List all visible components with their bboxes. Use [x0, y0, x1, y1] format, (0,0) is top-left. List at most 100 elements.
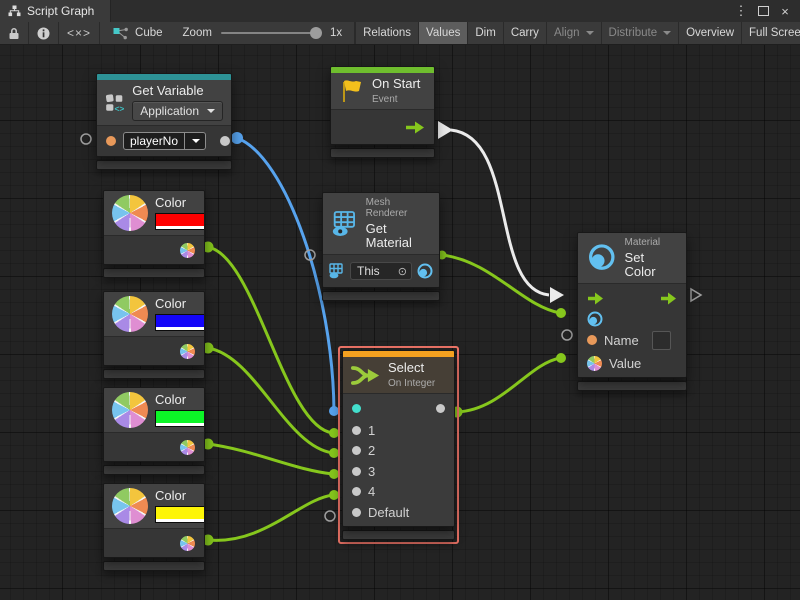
- overview-button[interactable]: Overview: [678, 22, 741, 44]
- lock-button[interactable]: [0, 22, 29, 44]
- port-option-2[interactable]: [352, 446, 361, 455]
- dim-button[interactable]: Dim: [467, 22, 502, 44]
- edit-graph-button[interactable]: <×>: [59, 22, 100, 44]
- port-option-default[interactable]: [352, 508, 361, 517]
- color-swatch[interactable]: [155, 314, 205, 331]
- values-button[interactable]: Values: [418, 22, 467, 44]
- window-menu-icon[interactable]: ⋮: [730, 0, 752, 22]
- inspector-button[interactable]: [29, 22, 59, 44]
- color-swatch[interactable]: [155, 506, 205, 523]
- port-flow-out[interactable]: [405, 121, 425, 134]
- tab-script-graph[interactable]: Script Graph: [0, 0, 111, 22]
- port-color-out[interactable]: [180, 440, 195, 455]
- distribute-button[interactable]: Distribute: [601, 22, 679, 44]
- port-selector-in[interactable]: [352, 404, 361, 413]
- node-footer: [322, 291, 440, 301]
- color-wheel-icon: [112, 392, 148, 428]
- flag-icon: [339, 78, 365, 104]
- port-color-out[interactable]: [180, 344, 195, 359]
- select-icon: [351, 363, 381, 388]
- window-controls: ⋮ ×: [730, 0, 800, 22]
- node-footer: [103, 268, 205, 278]
- port-option-4[interactable]: [352, 487, 361, 496]
- node-footer: [103, 561, 205, 571]
- node-title: Get Variable: [132, 84, 223, 98]
- graph-owner-icon: [113, 27, 129, 40]
- port-flow-in[interactable]: [587, 292, 604, 305]
- color-swatch[interactable]: [155, 410, 205, 427]
- node-color-3[interactable]: Color: [103, 387, 205, 475]
- node-select[interactable]: Select On Integer 1 2: [338, 346, 459, 544]
- title-bar: Script Graph ⋮ ×: [0, 0, 800, 22]
- variable-icon: <>: [105, 87, 125, 119]
- node-footer: [577, 381, 687, 391]
- node-footer: [96, 160, 232, 170]
- carry-button[interactable]: Carry: [503, 22, 546, 44]
- wire-color2-to-select[interactable]: [208, 348, 333, 453]
- port-value-out[interactable]: [220, 136, 230, 146]
- node-color-4[interactable]: Color: [103, 483, 205, 571]
- lock-icon: [8, 27, 20, 40]
- port-name-in[interactable]: [587, 335, 597, 345]
- wire-endpoint: [231, 132, 243, 144]
- port-variable-name-in[interactable]: [106, 136, 116, 146]
- node-footer: [103, 465, 205, 475]
- wire-getmaterial-to-setcolor[interactable]: [442, 255, 560, 313]
- port-option-3[interactable]: [352, 467, 361, 476]
- graph-owner-label: Cube: [135, 27, 163, 39]
- wire-variable-to-select[interactable]: [237, 138, 334, 411]
- target-field[interactable]: This ⊙: [350, 262, 412, 280]
- wire-color4-to-select[interactable]: [208, 495, 333, 540]
- zoom-slider[interactable]: [221, 32, 321, 34]
- node-get-variable[interactable]: <> Get Variable Application playerNo: [96, 73, 232, 170]
- maximize-icon[interactable]: [752, 0, 774, 22]
- wire-start-arrow: [438, 121, 453, 139]
- zoom-slider-knob[interactable]: [310, 27, 322, 39]
- port-renderer-in[interactable]: [329, 263, 345, 279]
- graph-tab-icon: [8, 5, 21, 17]
- node-title: Color: [155, 489, 205, 503]
- node-get-material[interactable]: Mesh Renderer Get Material This ⊙: [322, 192, 440, 301]
- node-title: Color: [155, 393, 205, 407]
- relations-button[interactable]: Relations: [355, 22, 418, 44]
- zoom-control: Zoom 1x: [171, 22, 356, 44]
- name-input[interactable]: [652, 331, 671, 350]
- port-material-out[interactable]: [417, 263, 433, 279]
- node-title: Set Color: [625, 251, 678, 279]
- align-button[interactable]: Align: [546, 22, 601, 44]
- node-footer: [342, 530, 455, 540]
- chevron-down-icon: [663, 31, 671, 35]
- variable-scope-dropdown[interactable]: Application: [132, 101, 223, 121]
- wire-select-to-value[interactable]: [457, 358, 560, 412]
- wire-onstart-to-setcolor[interactable]: [451, 130, 549, 295]
- node-title: Get Material: [366, 222, 431, 250]
- fullscreen-button[interactable]: Full Screen: [741, 22, 800, 44]
- color-wheel-icon: [112, 195, 148, 231]
- node-color-1[interactable]: Color: [103, 190, 205, 278]
- wire-color3-to-select[interactable]: [208, 444, 333, 474]
- node-on-start[interactable]: On Start Event: [330, 66, 435, 158]
- port-option-1[interactable]: [352, 426, 361, 435]
- port-selection-out[interactable]: [436, 404, 445, 413]
- color-wheel-icon: [112, 296, 148, 332]
- node-footer: [330, 148, 435, 158]
- node-set-color[interactable]: Material Set Color: [577, 232, 687, 391]
- port-color-out[interactable]: [180, 536, 195, 551]
- variable-name-dropdown[interactable]: playerNo: [123, 132, 206, 150]
- color-swatch[interactable]: [155, 213, 205, 230]
- node-subtitle: Event: [372, 94, 420, 105]
- graph-canvas[interactable]: <> Get Variable Application playerNo: [0, 44, 800, 600]
- close-icon[interactable]: ×: [774, 0, 796, 22]
- mesh-renderer-icon: [331, 209, 359, 239]
- port-flow-out[interactable]: [660, 292, 677, 305]
- svg-text:<>: <>: [115, 103, 125, 113]
- tab-title: Script Graph: [27, 4, 94, 18]
- node-color-2[interactable]: Color: [103, 291, 205, 379]
- chevron-down-icon: [207, 109, 215, 113]
- port-value-in[interactable]: [587, 356, 602, 371]
- zoom-label: Zoom: [183, 27, 212, 39]
- object-picker-icon[interactable]: ⊙: [394, 265, 411, 278]
- port-color-out[interactable]: [180, 243, 195, 258]
- node-footer: [103, 369, 205, 379]
- port-material-in[interactable]: [587, 311, 603, 327]
